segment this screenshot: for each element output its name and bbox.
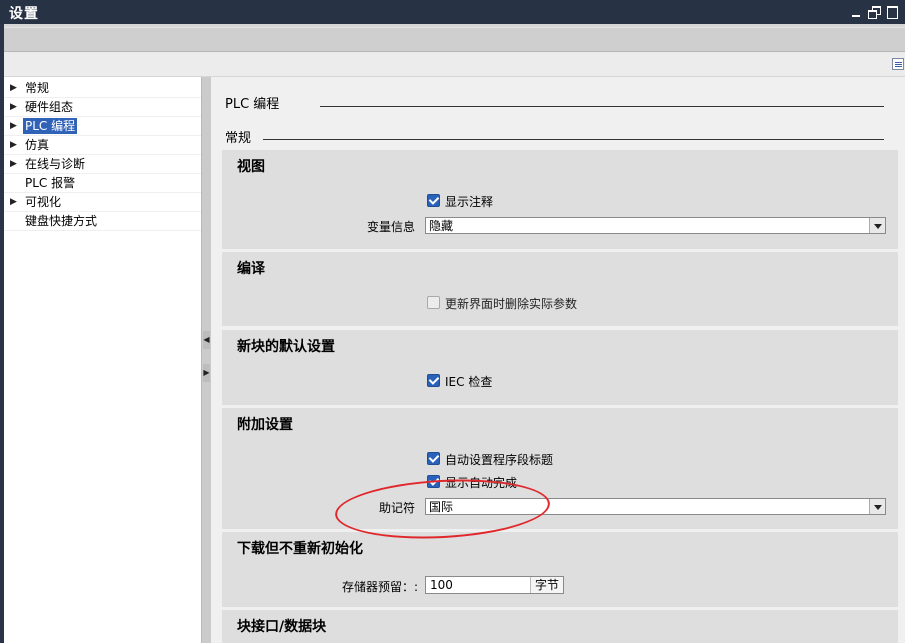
memory-reserve-value: 100 [430,578,453,592]
var-info-label: 变量信息 [366,220,415,234]
auto-title-checkbox[interactable] [427,452,440,465]
memory-reserve-unit: 字节 [530,577,563,593]
section-title: 附加设置 [237,417,293,433]
iec-check-label: IEC 检查 [445,375,493,389]
tree-item-keyboard-shortcuts[interactable]: 键盘快捷方式 [4,212,201,231]
expand-arrow-icon[interactable]: ▶ [10,155,17,174]
chevron-down-icon[interactable] [869,218,885,233]
tree-item-simulation[interactable]: ▶ 仿真 [4,136,201,155]
section-title: 块接口/数据块 [237,619,327,635]
collapse-left-icon[interactable]: ◀ [203,331,210,349]
section-title: 下载但不重新初始化 [237,541,363,557]
iec-check-checkbox[interactable] [427,374,440,387]
settings-content: PLC 编程 常规 视图 显示注释 变量信息 隐藏 编译 更新界面时删除实际参数… [211,77,905,643]
var-info-value: 隐藏 [429,219,454,233]
tree-item-visualization[interactable]: ▶ 可视化 [4,193,201,212]
section-title: 新块的默认设置 [237,339,335,355]
float-window-icon[interactable] [886,6,898,19]
section-title: 视图 [237,159,265,175]
memory-reserve-input[interactable]: 100 字节 [425,576,564,594]
title-rule [320,106,884,107]
panel-splitter[interactable]: ◀ ▶ [201,77,211,643]
tree-item-general[interactable]: ▶ 常规 [4,79,201,98]
expand-panel-icon[interactable] [892,58,904,70]
show-comments-checkbox[interactable] [427,194,440,207]
window-title: 设置 [9,6,39,22]
tree-item-online-diagnostics[interactable]: ▶ 在线与诊断 [4,155,201,174]
section-new-block: 新块的默认设置 IEC 检查 [222,330,898,405]
expand-arrow-icon[interactable]: ▶ [10,98,17,117]
delete-params-label: 更新界面时删除实际参数 [445,297,578,311]
show-comments-label: 显示注释 [445,195,494,209]
title-bar: 设置 [0,0,905,24]
expand-arrow-icon[interactable]: ▶ [10,193,17,212]
minimize-icon[interactable] [850,6,862,18]
auto-title-label: 自动设置程序段标题 [445,453,554,467]
tree-item-plc-alarms[interactable]: PLC 报警 [4,174,201,193]
delete-params-checkbox[interactable] [427,296,440,309]
toolbar [4,27,905,52]
expand-arrow-icon[interactable]: ▶ [10,117,17,136]
chevron-down-icon[interactable] [869,499,885,514]
settings-tree: ▶ 常规 ▶ 硬件组态 ▶ PLC 编程 ▶ 仿真 ▶ 在线与诊断 PLC 报警… [4,77,202,643]
expand-arrow-icon[interactable]: ▶ [10,79,17,98]
tree-item-hardware[interactable]: ▶ 硬件组态 [4,98,201,117]
memory-reserve-label: 存储器预留：: [341,580,418,594]
section-additional: 附加设置 自动设置程序段标题 显示自动完成 助记符 国际 [222,408,898,529]
section-block-interface: 块接口/数据块 [222,610,898,643]
section-download: 下载但不重新初始化 存储器预留：: 100 字节 [222,532,898,607]
collapse-right-icon[interactable]: ▶ [203,364,210,382]
expand-arrow-icon[interactable]: ▶ [10,136,17,155]
section-title: 编译 [237,261,265,277]
header-bar [4,52,905,76]
page-title: PLC 编程 [225,97,280,112]
section-view: 视图 显示注释 变量信息 隐藏 [222,150,898,249]
restore-icon[interactable] [868,6,881,19]
section-compile: 编译 更新界面时删除实际参数 [222,252,898,326]
tree-item-plc-programming[interactable]: ▶ PLC 编程 [4,117,201,136]
var-info-select[interactable]: 隐藏 [425,217,886,234]
subtitle-rule [263,139,884,140]
page-subtitle: 常规 [225,131,252,146]
